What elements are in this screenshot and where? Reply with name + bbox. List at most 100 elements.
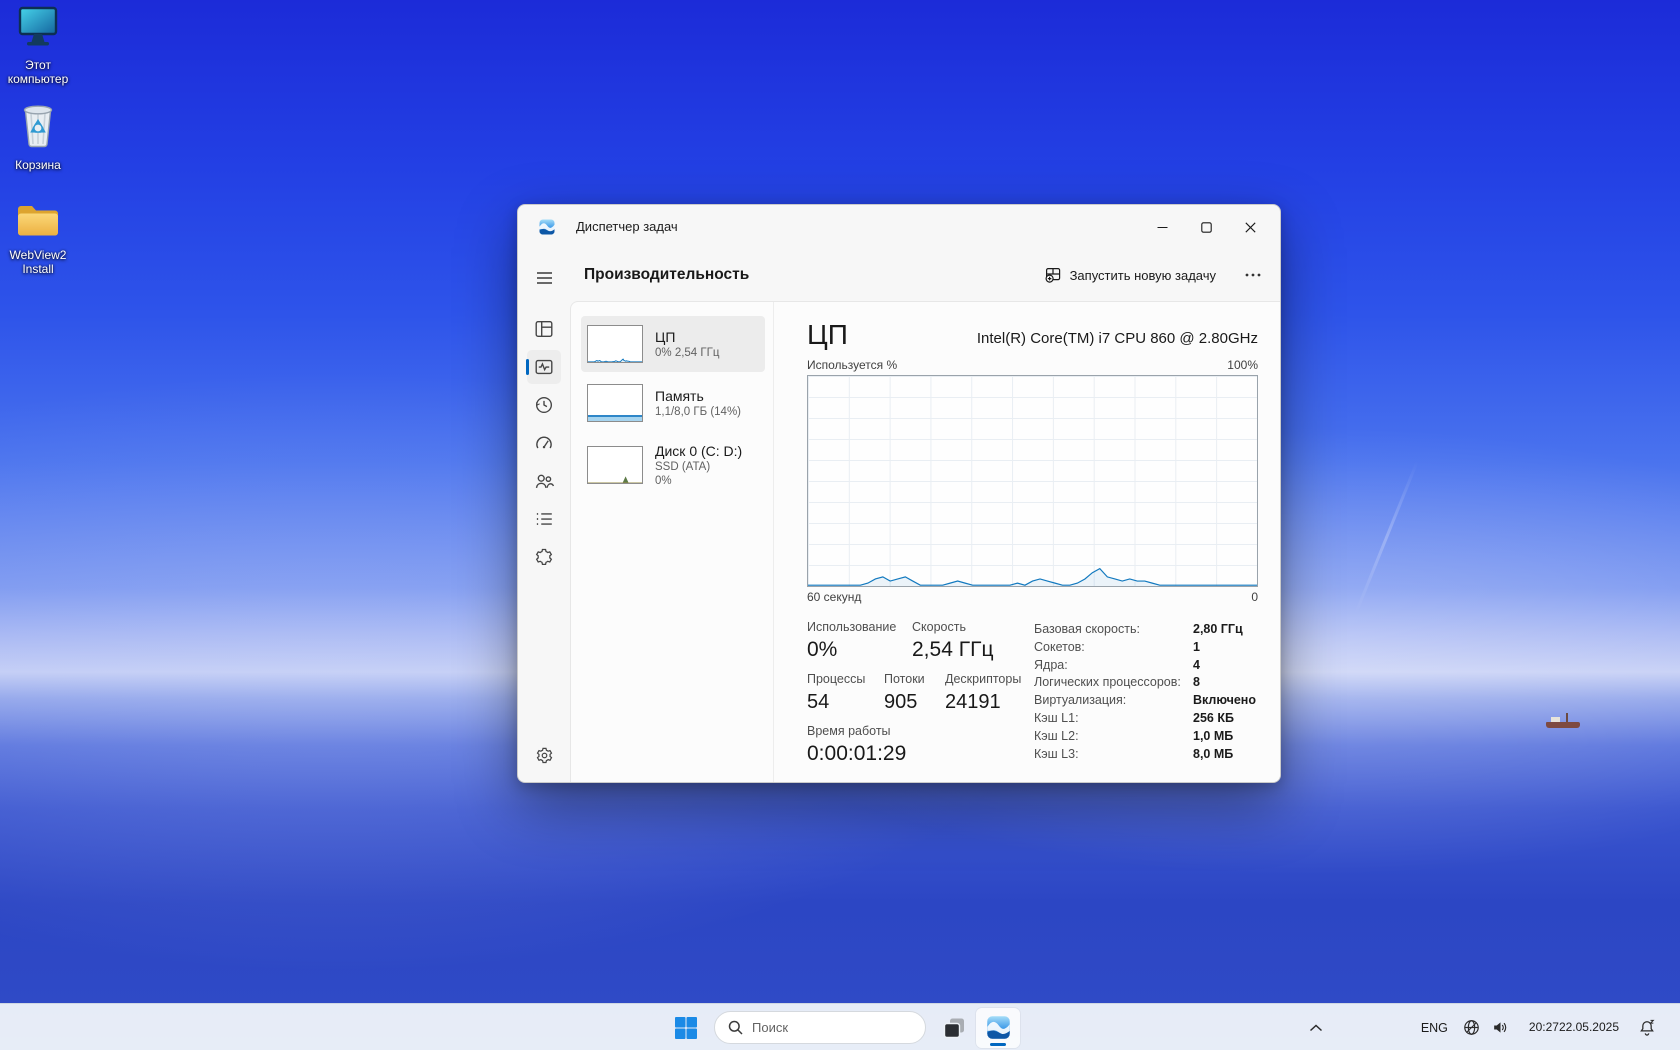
stat-label: Время работы	[807, 724, 1034, 738]
cpu-name: Intel(R) Core(TM) i7 CPU 860 @ 2.80GHz	[977, 330, 1258, 350]
graph-x-left: 60 секунд	[807, 590, 861, 604]
search-input[interactable]: Поиск	[714, 1011, 926, 1044]
perf-item-cpu[interactable]: ЦП 0% 2,54 ГГц	[581, 316, 765, 372]
stat-value: 0%	[807, 638, 912, 662]
minimize-icon	[1157, 222, 1168, 233]
volume-button[interactable]	[1486, 1008, 1515, 1048]
active-app-indicator	[990, 1043, 1006, 1046]
nav-menu-button[interactable]	[527, 261, 561, 295]
this-pc-icon	[14, 37, 62, 54]
cpu-title: ЦП	[807, 320, 848, 350]
spec-label: Кэш L3:	[1034, 746, 1193, 764]
nav-item-services[interactable]	[527, 540, 561, 574]
stat-label: Дескрипторы	[945, 672, 1021, 686]
nav-item-app-history[interactable]	[527, 388, 561, 422]
task-manager-icon	[985, 1014, 1012, 1041]
main-area: Производительность Запустить новую задач…	[570, 249, 1280, 782]
task-view-icon	[941, 1015, 967, 1041]
desktop-icon-recycle-bin[interactable]: Корзина	[0, 102, 76, 172]
stat-label: Скорость	[912, 620, 993, 634]
perf-item-subtitle: 0% 2,54 ГГц	[655, 346, 719, 360]
perf-item-disk0[interactable]: Диск 0 (C: D:) SSD (ATA) 0%	[581, 434, 765, 496]
ship	[1546, 712, 1580, 728]
cpu-usage-graph	[807, 375, 1258, 587]
close-icon	[1245, 222, 1256, 233]
history-clock-icon	[533, 394, 555, 416]
command-bar: Производительность Запустить новую задач…	[570, 249, 1280, 301]
titlebar[interactable]: Диспетчер задач	[518, 205, 1280, 249]
minimize-button[interactable]	[1140, 205, 1184, 249]
search-placeholder: Поиск	[752, 1020, 788, 1035]
settings-gear-icon	[534, 745, 555, 766]
windows-logo-icon	[674, 1016, 698, 1040]
spec-label: Логических процессоров:	[1034, 674, 1193, 692]
run-new-task-button[interactable]: Запустить новую задачу	[1037, 261, 1224, 289]
stat-value: 905	[884, 690, 945, 714]
run-new-task-icon	[1045, 267, 1062, 283]
spec-value: 4	[1193, 657, 1200, 675]
network-status-button[interactable]	[1457, 1008, 1486, 1048]
nav-item-startup-apps[interactable]	[527, 426, 561, 460]
spec-value: 8,0 МБ	[1193, 746, 1233, 764]
perf-item-subtitle: SSD (ATA)	[655, 460, 742, 474]
desktop-icon-label: Корзина	[0, 158, 76, 172]
graph-y-label: Используется %	[807, 358, 897, 372]
perf-item-subtitle: 1,1/8,0 ГБ (14%)	[655, 405, 741, 419]
perf-item-percent: 0%	[655, 474, 742, 488]
contrail	[1354, 460, 1419, 614]
task-manager-app-icon	[538, 218, 556, 236]
stat-label: Использование	[807, 620, 912, 634]
disk-mini-graph	[587, 446, 643, 484]
perf-item-memory[interactable]: Память 1,1/8,0 ГБ (14%)	[581, 375, 765, 431]
taskbar-item-task-manager[interactable]	[976, 1008, 1020, 1048]
spec-value: Включено	[1193, 692, 1256, 710]
stat-value: 24191	[945, 690, 1021, 714]
cpu-mini-graph	[587, 325, 643, 363]
notifications-button[interactable]	[1632, 1008, 1662, 1048]
desktop: Этот компьютер Корзина	[0, 0, 1680, 1050]
cpu-specs: Базовая скорость:2,80 ГГц Сокетов:1 Ядра…	[1034, 620, 1258, 766]
folder-icon	[15, 227, 61, 244]
desktop-icon-label: WebView2 Install	[0, 248, 76, 276]
spec-value: 1	[1193, 639, 1200, 657]
cpu-details: ЦП Intel(R) Core(TM) i7 CPU 860 @ 2.80GH…	[807, 302, 1258, 782]
search-icon	[728, 1020, 743, 1035]
language-indicator[interactable]: ENG	[1412, 1008, 1457, 1048]
desktop-icon-label: Этот компьютер	[0, 58, 76, 86]
maximize-icon	[1201, 222, 1212, 233]
hamburger-icon	[536, 271, 553, 285]
taskbar-item-task-view[interactable]	[932, 1008, 976, 1048]
stat-value: 54	[807, 690, 884, 714]
processes-icon	[533, 318, 555, 340]
desktop-icon-webview2-install[interactable]: WebView2 Install	[0, 200, 76, 276]
start-button[interactable]	[664, 1008, 708, 1048]
stat-label: Потоки	[884, 672, 945, 686]
tray-overflow-button[interactable]	[1304, 1008, 1328, 1048]
desktop-icon-this-pc[interactable]: Этот компьютер	[0, 6, 76, 86]
spec-label: Кэш L2:	[1034, 728, 1193, 746]
spec-value: 8	[1193, 674, 1200, 692]
memory-mini-graph	[587, 384, 643, 422]
selected-indicator	[526, 359, 529, 375]
page-title: Производительность	[584, 266, 749, 284]
clock[interactable]: 20:27 22.05.2025	[1524, 1008, 1624, 1048]
speaker-icon	[1491, 1018, 1510, 1037]
taskbar: Поиск	[0, 1003, 1680, 1050]
close-button[interactable]	[1228, 205, 1272, 249]
nav-item-settings[interactable]	[527, 738, 561, 772]
performance-icon	[533, 356, 555, 378]
perf-item-title: Память	[655, 388, 741, 405]
graph-x-right: 0	[1251, 590, 1258, 604]
nav-item-users[interactable]	[527, 464, 561, 498]
startup-gauge-icon	[533, 432, 555, 454]
nav-item-processes[interactable]	[527, 312, 561, 346]
services-gear-icon	[533, 546, 555, 568]
more-options-button[interactable]	[1238, 261, 1268, 289]
nav-item-performance[interactable]	[527, 350, 561, 384]
nav-rail	[518, 249, 570, 782]
cpu-stats: Использование 0% Скорость 2,54 ГГц	[807, 620, 1034, 766]
spec-label: Кэш L1:	[1034, 710, 1193, 728]
nav-item-details[interactable]	[527, 502, 561, 536]
maximize-button[interactable]	[1184, 205, 1228, 249]
details-list-icon	[533, 508, 555, 530]
